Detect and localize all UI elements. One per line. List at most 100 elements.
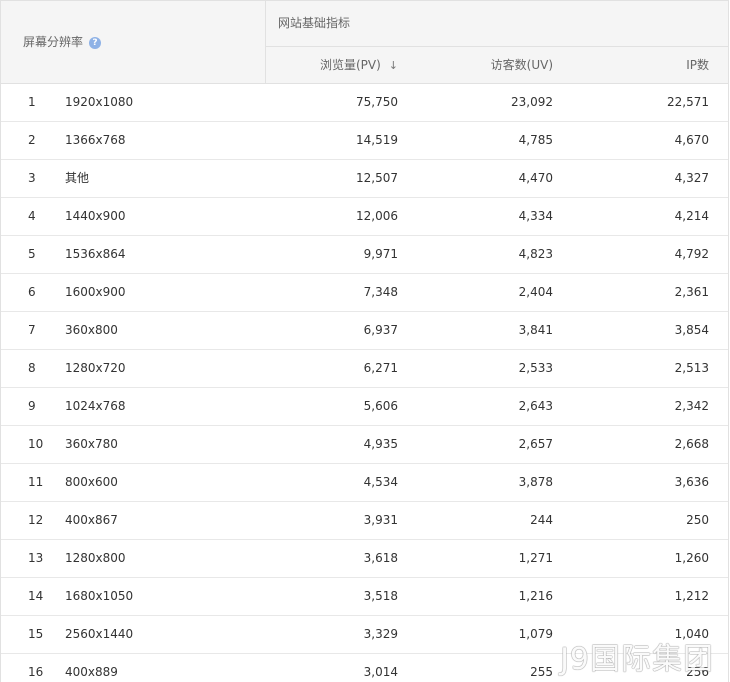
row-index: 2 (28, 133, 36, 147)
row-index: 16 (28, 665, 44, 679)
resolution-table: 屏幕分辨率? 网站基础指标 浏览量(PV) ↓ 访客数(UV) IP数 1 192… (0, 0, 729, 682)
row-pv: 3,931 (363, 513, 398, 527)
table-body: 1 1920x1080 75,750 23,092 22,571 2 1366x… (1, 84, 728, 682)
row-ip: 4,792 (674, 247, 709, 261)
row-resolution: 1280x800 (65, 551, 126, 565)
table-row: 1 1920x1080 75,750 23,092 22,571 (1, 84, 728, 122)
table-row: 3 其他 12,507 4,470 4,327 (1, 160, 728, 198)
row-resolution: 1680x1050 (65, 589, 134, 603)
row-uv: 4,334 (518, 209, 553, 223)
row-pv: 7,348 (363, 285, 398, 299)
row-uv: 1,079 (518, 627, 553, 641)
row-uv: 4,470 (518, 171, 553, 185)
table-header: 屏幕分辨率? 网站基础指标 浏览量(PV) ↓ 访客数(UV) IP数 (1, 0, 728, 84)
metrics-group-title: 网站基础指标 (278, 16, 351, 30)
row-pv: 5,606 (363, 399, 398, 413)
row-resolution: 360x780 (65, 437, 118, 451)
row-index: 15 (28, 627, 44, 641)
row-index: 4 (28, 209, 36, 223)
sort-down-icon[interactable]: ↓ (389, 47, 398, 84)
row-resolution: 1536x864 (65, 247, 126, 261)
table-row: 9 1024x768 5,606 2,643 2,342 (1, 388, 728, 426)
row-ip: 1,260 (674, 551, 709, 565)
row-resolution: 1024x768 (65, 399, 126, 413)
table-row: 12 400x867 3,931 244 250 (1, 502, 728, 540)
row-uv: 2,533 (518, 361, 553, 375)
row-uv: 1,216 (518, 589, 553, 603)
row-ip: 250 (686, 513, 709, 527)
row-uv: 4,823 (518, 247, 553, 261)
table-row: 10 360x780 4,935 2,657 2,668 (1, 426, 728, 464)
row-ip: 1,040 (674, 627, 709, 641)
row-index: 10 (28, 437, 44, 451)
row-resolution: 1440x900 (65, 209, 126, 223)
row-ip: 3,636 (674, 475, 709, 489)
row-pv: 3,329 (363, 627, 398, 641)
table-row: 16 400x889 3,014 255 256 (1, 654, 728, 682)
table-row: 13 1280x800 3,618 1,271 1,260 (1, 540, 728, 578)
uv-column-label: 访客数(UV) (490, 58, 553, 72)
row-uv: 3,841 (518, 323, 553, 337)
row-index: 6 (28, 285, 36, 299)
ip-column-label: IP数 (686, 58, 709, 72)
row-resolution: 1920x1080 (65, 95, 134, 109)
row-ip: 4,214 (674, 209, 709, 223)
row-pv: 4,534 (363, 475, 398, 489)
resolution-header: 屏幕分辨率? (23, 33, 102, 50)
row-uv: 3,878 (518, 475, 553, 489)
row-index: 1 (28, 95, 36, 109)
help-icon[interactable]: ? (89, 37, 102, 49)
row-uv: 4,785 (518, 133, 553, 147)
row-uv: 1,271 (518, 551, 553, 565)
ip-column-header[interactable]: IP数 (686, 47, 709, 84)
table-row: 15 2560x1440 3,329 1,079 1,040 (1, 616, 728, 654)
row-index: 14 (28, 589, 44, 603)
row-pv: 12,006 (356, 209, 398, 223)
table-row: 5 1536x864 9,971 4,823 4,792 (1, 236, 728, 274)
row-pv: 12,507 (356, 171, 398, 185)
metrics-group-header: 网站基础指标 (266, 1, 728, 47)
table-row: 4 1440x900 12,006 4,334 4,214 (1, 198, 728, 236)
row-ip: 4,327 (674, 171, 709, 185)
row-index: 13 (28, 551, 44, 565)
row-ip: 22,571 (667, 95, 709, 109)
table-row: 11 800x600 4,534 3,878 3,636 (1, 464, 728, 502)
row-ip: 256 (686, 665, 709, 679)
row-uv: 255 (530, 665, 553, 679)
row-ip: 2,361 (674, 285, 709, 299)
row-ip: 2,342 (674, 399, 709, 413)
row-resolution: 1366x768 (65, 133, 126, 147)
row-index: 12 (28, 513, 44, 527)
row-pv: 14,519 (356, 133, 398, 147)
table-row: 14 1680x1050 3,518 1,216 1,212 (1, 578, 728, 616)
pv-column-label: 浏览量(PV) (319, 58, 381, 72)
row-index: 7 (28, 323, 36, 337)
row-ip: 2,513 (674, 361, 709, 375)
row-index: 11 (28, 475, 44, 489)
row-ip: 1,212 (674, 589, 709, 603)
row-pv: 3,618 (363, 551, 398, 565)
row-resolution: 2560x1440 (65, 627, 134, 641)
row-resolution: 360x800 (65, 323, 118, 337)
resolution-header-label: 屏幕分辨率 (23, 35, 84, 49)
row-index: 8 (28, 361, 36, 375)
pv-column-header[interactable]: 浏览量(PV) ↓ (320, 47, 398, 84)
row-uv: 2,404 (518, 285, 553, 299)
resolution-header-cell: 屏幕分辨率? (1, 1, 266, 84)
table-row: 7 360x800 6,937 3,841 3,854 (1, 312, 728, 350)
table-row: 8 1280x720 6,271 2,533 2,513 (1, 350, 728, 388)
row-resolution: 1280x720 (65, 361, 126, 375)
table-row: 6 1600x900 7,348 2,404 2,361 (1, 274, 728, 312)
row-index: 5 (28, 247, 36, 261)
row-resolution: 800x600 (65, 475, 118, 489)
uv-column-header[interactable]: 访客数(UV) (491, 47, 553, 84)
row-ip: 4,670 (674, 133, 709, 147)
row-index: 3 (28, 171, 36, 185)
row-resolution: 1600x900 (65, 285, 126, 299)
row-pv: 9,971 (363, 247, 398, 261)
row-ip: 3,854 (674, 323, 709, 337)
row-pv: 3,518 (363, 589, 398, 603)
row-index: 9 (28, 399, 36, 413)
table-row: 2 1366x768 14,519 4,785 4,670 (1, 122, 728, 160)
row-pv: 4,935 (363, 437, 398, 451)
